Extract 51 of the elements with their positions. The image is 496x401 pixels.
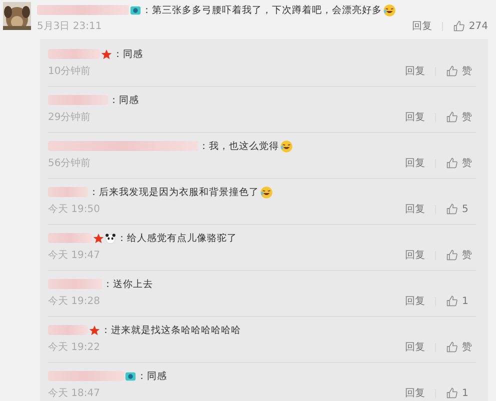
comment-text: ：第三张多多弓腰吓着我了，下次蹲着吧，会漂亮好多 xyxy=(142,4,382,16)
thumbs-up-icon[interactable] xyxy=(446,111,458,123)
reply-time: 今天 19:28 xyxy=(48,295,101,308)
reply-link[interactable]: 回复 xyxy=(405,340,425,354)
reply-text: ：后来我发现是因为衣服和背景撞色了 xyxy=(89,186,259,198)
comment-time: 5月3日 23:11 xyxy=(37,20,103,33)
reply-time: 10分钟前 xyxy=(48,64,92,78)
redacted-name xyxy=(48,279,102,289)
redacted-name xyxy=(48,233,92,243)
reply-text: ：同感 xyxy=(137,370,167,382)
redacted-name xyxy=(48,49,100,59)
reply-text: ：进来就是找这条哈哈哈哈哈哈 xyxy=(101,324,241,336)
like-label: 赞 xyxy=(462,65,473,78)
thumbs-up-icon[interactable] xyxy=(446,249,458,261)
reply-time: 今天 19:47 xyxy=(48,249,101,262)
thumbs-up-icon[interactable] xyxy=(446,295,458,307)
reply-time: 今天 19:22 xyxy=(48,341,101,354)
reply-text: ：同感 xyxy=(113,48,143,60)
like-label: 1 xyxy=(462,388,470,398)
thumbs-up-icon[interactable] xyxy=(446,157,458,169)
thumbs-up-icon[interactable] xyxy=(446,341,458,353)
thumbs-up-icon[interactable] xyxy=(446,65,458,77)
redacted-name xyxy=(48,187,88,197)
reply-text: ：同感 xyxy=(109,94,139,106)
reply-link[interactable]: 回复 xyxy=(405,202,425,216)
redacted-name xyxy=(48,95,108,105)
reply-text: ：送你上去 xyxy=(103,278,153,290)
like-label: 赞 xyxy=(462,111,473,124)
reply-time: 今天 19:50 xyxy=(48,203,101,216)
reply-link[interactable]: 回复 xyxy=(412,19,432,33)
reply-text: ：给人感觉有点儿像骆驼了 xyxy=(117,232,237,244)
reply-time: 29分钟前 xyxy=(48,110,92,124)
like-label: 1 xyxy=(462,296,470,306)
thumbs-up-icon[interactable] xyxy=(452,20,465,32)
reply-link[interactable]: 回复 xyxy=(405,248,425,262)
reply-link[interactable]: 回复 xyxy=(405,110,425,124)
reply-link[interactable]: 回复 xyxy=(405,294,425,308)
reply-link[interactable]: 回复 xyxy=(405,64,425,78)
reply-link[interactable]: 回复 xyxy=(405,156,425,170)
redacted-name xyxy=(48,325,88,335)
like-label: 赞 xyxy=(462,157,473,170)
reply-text: ：我，也这么觉得 xyxy=(199,140,279,152)
like-label: 5 xyxy=(462,204,470,214)
reply-link[interactable]: 回复 xyxy=(405,386,425,400)
thumbs-up-icon[interactable] xyxy=(446,387,458,399)
reply-time: 今天 18:47 xyxy=(48,387,101,400)
like-label: 赞 xyxy=(462,249,473,262)
reply-time: 56分钟前 xyxy=(48,156,92,170)
like-count: 274 xyxy=(468,20,488,32)
thumbs-up-icon[interactable] xyxy=(446,203,458,215)
like-label: 赞 xyxy=(462,341,473,354)
